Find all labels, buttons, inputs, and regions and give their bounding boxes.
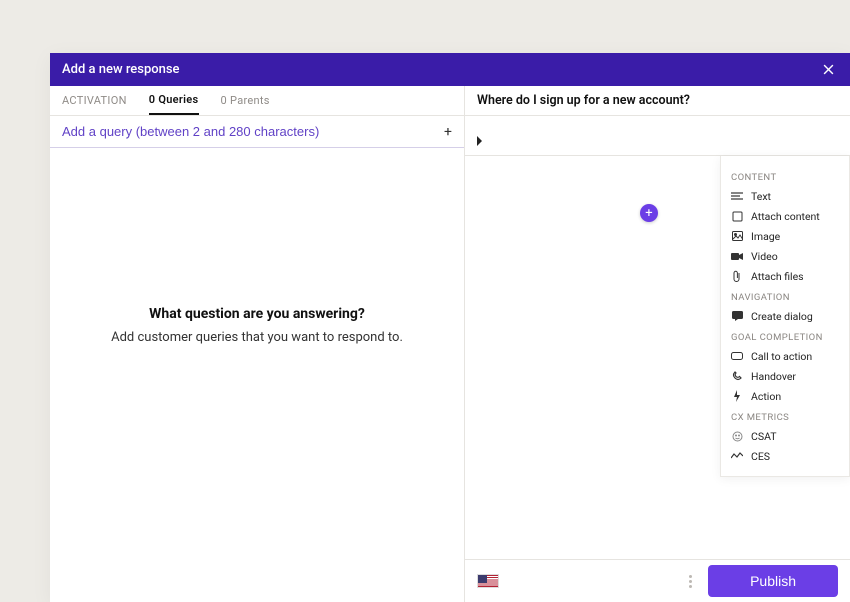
menu-item-image[interactable]: Image — [721, 226, 849, 246]
menu-item-call-to-action[interactable]: Call to action — [721, 346, 849, 366]
left-pane: ACTIVATION 0 Queries 0 Parents + What qu… — [50, 86, 465, 602]
query-input[interactable] — [62, 124, 413, 139]
menu-label: Video — [751, 250, 778, 263]
menu-item-text[interactable]: Text — [721, 186, 849, 206]
add-block-button[interactable]: + — [640, 204, 658, 222]
menu-label: Attach content — [751, 210, 820, 223]
menu-item-attach-files[interactable]: Attach files — [721, 266, 849, 286]
menu-label: Create dialog — [751, 310, 813, 323]
action-icon — [731, 390, 743, 402]
menu-item-attach-content[interactable]: Attach content — [721, 206, 849, 226]
empty-subtitle: Add customer queries that you want to re… — [111, 330, 403, 345]
tab-parents[interactable]: 0 Parents — [221, 86, 270, 115]
menu-item-action[interactable]: Action — [721, 386, 849, 406]
plus-icon: + — [444, 124, 452, 140]
right-pane: Where do I sign up for a new account? + … — [465, 86, 850, 602]
menu-label: Attach files — [751, 270, 804, 283]
menu-label: Action — [751, 390, 781, 403]
plus-icon: + — [645, 206, 652, 221]
tab-queries[interactable]: 0 Queries — [149, 86, 199, 115]
empty-title: What question are you answering? — [149, 306, 365, 322]
response-canvas: + CONTENT Text Attach content Image — [465, 156, 850, 559]
right-footer: Publish — [465, 559, 850, 602]
menu-item-ces[interactable]: CES — [721, 446, 849, 466]
csat-icon — [731, 431, 743, 442]
menu-label: Image — [751, 230, 780, 243]
footer-actions: Publish — [685, 565, 838, 597]
language-selector[interactable] — [477, 574, 499, 588]
queries-empty-state: What question are you answering? Add cus… — [50, 148, 464, 602]
close-icon — [821, 62, 836, 77]
handover-icon — [731, 371, 743, 382]
image-icon — [731, 231, 743, 241]
add-query-button[interactable]: + — [444, 124, 452, 140]
menu-label: CSAT — [751, 430, 777, 443]
menu-item-csat[interactable]: CSAT — [721, 426, 849, 446]
block-menu: CONTENT Text Attach content Image — [720, 156, 850, 477]
tabs: ACTIVATION 0 Queries 0 Parents — [50, 86, 464, 116]
menu-section-cx: CX METRICS — [721, 406, 849, 426]
menu-section-navigation: NAVIGATION — [721, 286, 849, 306]
publish-button[interactable]: Publish — [708, 565, 838, 597]
dialog-title: Add a new response — [62, 62, 180, 77]
menu-item-create-dialog[interactable]: Create dialog — [721, 306, 849, 326]
video-icon — [731, 252, 743, 261]
menu-label: Handover — [751, 370, 796, 383]
menu-label: Text — [751, 190, 771, 203]
menu-section-goal: GOAL COMPLETION — [721, 326, 849, 346]
more-menu-button[interactable] — [685, 571, 696, 592]
query-input-row: + — [50, 116, 464, 148]
add-response-dialog: Add a new response ACTIVATION 0 Queries … — [50, 53, 850, 602]
text-icon — [731, 191, 743, 201]
question-bar: Where do I sign up for a new account? — [465, 86, 850, 116]
menu-item-video[interactable]: Video — [721, 246, 849, 266]
tab-activation[interactable]: ACTIVATION — [62, 86, 127, 115]
question-text: Where do I sign up for a new account? — [477, 93, 690, 108]
cta-icon — [731, 352, 743, 360]
dialog-icon — [731, 311, 743, 321]
ces-icon — [731, 452, 743, 460]
menu-section-content: CONTENT — [721, 166, 849, 186]
dialog-body: ACTIVATION 0 Queries 0 Parents + What qu… — [50, 86, 850, 602]
menu-label: Call to action — [751, 350, 812, 363]
menu-label: CES — [751, 450, 770, 463]
menu-item-handover[interactable]: Handover — [721, 366, 849, 386]
attach-content-icon — [731, 211, 743, 222]
close-button[interactable] — [821, 62, 836, 77]
response-block-row[interactable] — [465, 116, 850, 156]
dialog-header: Add a new response — [50, 53, 850, 86]
attach-files-icon — [731, 270, 743, 282]
